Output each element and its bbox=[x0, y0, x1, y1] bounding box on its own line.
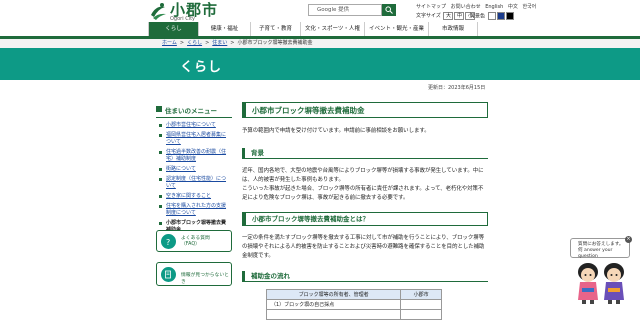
nav-item-kurashi[interactable]: くらし bbox=[148, 22, 198, 36]
category-banner: くらし bbox=[0, 48, 640, 80]
background-text-2: こういった事故が起きた場合、ブロック塀等の所有者に責任が課されます。よって、老朽… bbox=[242, 186, 484, 201]
chat-assistant-widget[interactable]: 質問にお答えします。 何 answer your question × bbox=[570, 236, 632, 306]
faq-button-label: よくある質問 （FAQ） bbox=[181, 236, 210, 248]
sidebar: 住まいのメニュー 小郡市営住宅について 福岡県営住宅入居者募集について 住宅過半… bbox=[156, 104, 232, 237]
document-search-icon bbox=[161, 267, 176, 282]
site-header: 小郡市 Ogori City Google 提供 サイトマップ お問い合わせ E… bbox=[0, 0, 640, 36]
table-cell bbox=[400, 309, 442, 320]
sidebar-item[interactable]: 空き家に関すること bbox=[156, 193, 232, 200]
font-size-control: 文字サイズ 大中小 bbox=[416, 12, 476, 20]
page-title: 小郡市ブロック塀等撤去費補助金 bbox=[242, 102, 488, 118]
search-icon bbox=[385, 6, 393, 14]
faq-label-line1: よくある質問 bbox=[181, 236, 210, 241]
city-emblem-icon bbox=[151, 3, 166, 20]
util-link-contact[interactable]: お問い合わせ bbox=[451, 4, 481, 10]
bg-blue-button[interactable] bbox=[496, 12, 505, 20]
help-not-found-button[interactable]: 情報が見つからないとき bbox=[156, 262, 232, 286]
background-text-1: 近年、国内各地で、大型の地震や台風等によりブロック塀等が損壊する事故が発生してい… bbox=[242, 168, 484, 183]
faq-label-line2: （FAQ） bbox=[181, 242, 200, 247]
intro-text: 予算の範囲内で申請を受け付けています。申請前に事前相談をお願いします。 bbox=[242, 128, 430, 134]
breadcrumb-sumai[interactable]: 住まい bbox=[212, 40, 227, 46]
util-link-korean[interactable]: 한국어 bbox=[522, 4, 536, 10]
sidebar-heading: 住まいのメニュー bbox=[156, 104, 232, 118]
table-header-owner: ブロック塀等の所有者、管理者 bbox=[265, 289, 402, 300]
background-color-label: 背景色 bbox=[470, 13, 486, 20]
table-cell: （1）ブロック塀の自己採点 bbox=[265, 299, 402, 310]
table-cell bbox=[400, 299, 442, 310]
updated-date: 更新日：2023年6月15日 bbox=[428, 85, 486, 91]
sidebar-item[interactable]: 福岡県営住宅入居者募集について bbox=[156, 132, 232, 146]
background-color-control: 背景色 bbox=[470, 12, 514, 20]
breadcrumb-separator: > bbox=[179, 40, 185, 46]
nav-item-city-info[interactable]: 市政情報 bbox=[428, 22, 478, 36]
breadcrumb-current: 小郡市ブロック塀等撤去費補助金 bbox=[237, 40, 313, 46]
table-header-city: 小郡市 bbox=[400, 289, 442, 300]
font-size-label: 文字サイズ bbox=[416, 13, 441, 19]
svg-text:?: ? bbox=[166, 238, 170, 246]
close-icon[interactable]: × bbox=[625, 236, 632, 243]
nav-item-health-welfare[interactable]: 健康・福祉 bbox=[198, 22, 250, 36]
search-button[interactable] bbox=[382, 4, 396, 16]
sidebar-item[interactable]: 小郡市営住宅について bbox=[156, 122, 232, 129]
mascot-characters-icon bbox=[578, 263, 624, 304]
section-heading-about-subsidy: 小郡市ブロック塀等撤去費補助金とは？ bbox=[242, 212, 488, 226]
section-heading-background: 背景 bbox=[242, 148, 488, 159]
breadcrumb-kurashi[interactable]: くらし bbox=[187, 40, 202, 46]
nav-item-childcare-education[interactable]: 子育て・教育 bbox=[250, 22, 300, 36]
section-heading-flow: 補助金の流れ bbox=[242, 271, 488, 282]
font-size-medium-button[interactable]: 中 bbox=[454, 12, 465, 20]
sidebar-item[interactable]: 街路について bbox=[156, 166, 232, 173]
help-button-label: 情報が見つからないとき bbox=[181, 273, 229, 285]
breadcrumb-separator: > bbox=[205, 40, 210, 46]
sidebar-menu: 小郡市営住宅について 福岡県営住宅入居者募集について 住宅過半数改善の耐震（住宅… bbox=[156, 118, 232, 234]
table-row: （1）ブロック塀の自己採点 bbox=[265, 299, 442, 310]
flow-table: ブロック塀等の所有者、管理者 小郡市 （1）ブロック塀の自己採点 bbox=[265, 289, 442, 320]
utility-links: サイトマップ お問い合わせ English 中文 한국어 bbox=[416, 3, 539, 10]
bg-white-button[interactable] bbox=[487, 12, 496, 20]
chat-bubble-text: 質問にお答えします。 何 answer your question bbox=[578, 242, 624, 259]
breadcrumb: ホーム > くらし > 住まい > 小郡市ブロック塀等撤去費補助金 bbox=[0, 39, 640, 48]
sidebar-item[interactable]: 住宅過半数改善の耐震（住宅）補助制度 bbox=[156, 149, 232, 163]
about-subsidy-text: 一定の条件を満たすブロック塀等を撤去する工事に対して市が補助を行うことにより、ブ… bbox=[242, 235, 485, 259]
faq-icon: ? bbox=[161, 234, 176, 249]
main-content: 小郡市ブロック塀等撤去費補助金 予算の範囲内で申請を受け付けています。申請前に事… bbox=[242, 102, 488, 320]
bg-black-button[interactable] bbox=[505, 12, 514, 20]
breadcrumb-separator: > bbox=[230, 40, 235, 46]
sidebar-item[interactable]: 住宅を購入された方の支援制度について bbox=[156, 203, 232, 217]
font-size-large-button[interactable]: 大 bbox=[443, 12, 454, 20]
global-nav: くらし 健康・福祉 子育て・教育 文化・スポーツ・人権 イベント・観光・産業 市… bbox=[148, 22, 496, 36]
sidebar-item[interactable]: 認定制度（住宅性能）について bbox=[156, 176, 232, 190]
util-link-chinese[interactable]: 中文 bbox=[508, 4, 518, 10]
table-cell bbox=[265, 309, 402, 320]
table-header-row: ブロック塀等の所有者、管理者 小郡市 bbox=[265, 289, 442, 300]
nav-item-culture-sports[interactable]: 文化・スポーツ・人権 bbox=[300, 22, 364, 36]
nav-item-events-tourism[interactable]: イベント・観光・産業 bbox=[364, 22, 428, 36]
table-row bbox=[265, 309, 442, 320]
util-link-english[interactable]: English bbox=[485, 4, 503, 10]
util-link-sitemap[interactable]: サイトマップ bbox=[416, 4, 446, 10]
search-input[interactable]: Google 提供 bbox=[308, 4, 382, 16]
banner-title: くらし bbox=[180, 60, 223, 75]
faq-button[interactable]: ? よくある質問 （FAQ） bbox=[156, 230, 232, 252]
breadcrumb-home[interactable]: ホーム bbox=[162, 40, 177, 46]
chat-bubble[interactable]: 質問にお答えします。 何 answer your question × bbox=[570, 236, 632, 259]
